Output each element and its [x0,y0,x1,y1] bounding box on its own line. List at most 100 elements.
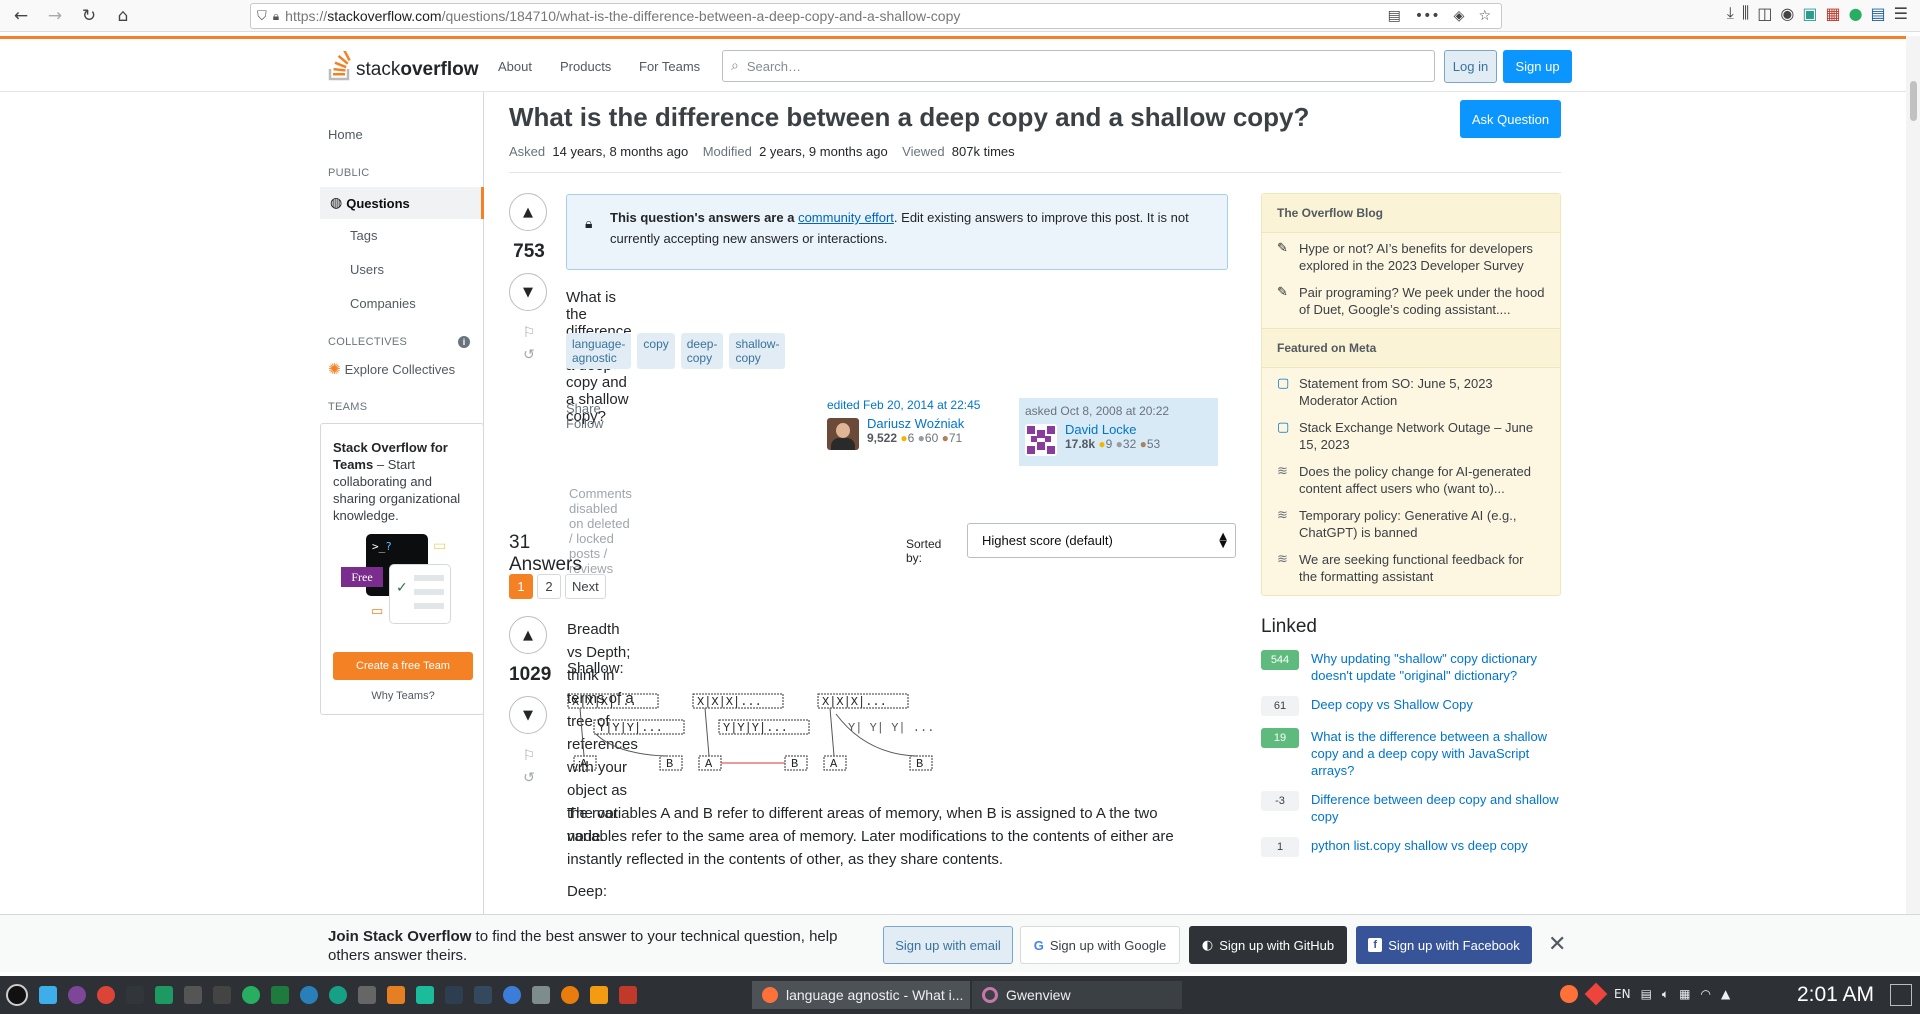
shield-icon[interactable]: ⛉ [257,9,267,24]
library-icon[interactable]: ⫼ [1742,3,1749,23]
signup-google-button[interactable]: G Sign up with Google [1020,926,1180,964]
linked-item[interactable]: 544 Why updating "shallow" copy dictionar… [1261,650,1561,684]
downvote-button[interactable]: ▼ [509,273,547,311]
headphones-icon[interactable] [532,986,550,1004]
sort-select[interactable]: Highest score (default) ▲ ▼ [967,523,1236,558]
blog-item[interactable]: ✎ Hype or not? AI’s benefits for develope… [1262,233,1560,277]
tool-icon[interactable] [358,986,376,1004]
question-title[interactable]: What is the difference between a deep co… [509,102,1309,133]
nav-explore-collectives[interactable]: ✺ Explore Collectives [328,360,455,378]
bookmark-icon[interactable]: ⚐ [509,325,549,341]
vlc-icon[interactable] [590,986,608,1004]
linked-link[interactable]: python list.copy shallow vs deep copy [1311,837,1528,857]
meta-item[interactable]: ≋ Does the policy change for AI-generated… [1262,456,1560,500]
pocket-icon[interactable]: ◈ [1454,8,1465,24]
upvote-button[interactable]: ▲ [509,193,547,231]
page-2[interactable]: 2 [537,574,561,599]
more-actions-icon[interactable]: ••• [1415,8,1440,24]
nav-companies[interactable]: Companies [350,296,416,311]
follow-link[interactable]: Follow [566,416,604,431]
pdf-app-icon[interactable] [619,986,637,1004]
nav-for-teams[interactable]: For Teams [639,59,700,74]
answer-upvote-button[interactable]: ▲ [509,616,547,654]
anydesk-icon[interactable] [1584,982,1608,1006]
linked-link[interactable]: Why updating "shallow" copy dictionary d… [1311,650,1561,684]
keyboard-layout[interactable]: EN [1614,987,1631,1001]
tag[interactable]: shallow-copy [729,333,786,369]
app-icon[interactable] [416,986,434,1004]
task-gwenview[interactable]: Gwenview [972,981,1182,1009]
signup-email-button[interactable]: Sign up with email [883,926,1013,964]
blog-item[interactable]: ✎ Pair programing? We peek under the hood… [1262,277,1560,328]
signup-github-button[interactable]: ◐ Sign up with GitHub [1189,926,1347,964]
home-icon[interactable]: ⌂ [110,3,136,29]
asker-name[interactable]: David Locke [1065,422,1212,437]
url-bar[interactable]: ⛉ 🔒︎ https://stackoverflow.com/questions… [250,3,1502,29]
info-icon[interactable]: i [458,336,470,348]
meta-item[interactable]: ≋ Temporary policy: Generative AI (e.g., … [1262,500,1560,544]
history-icon[interactable]: ↺ [509,347,549,363]
account-icon[interactable]: ◉ [1780,4,1794,23]
linked-item[interactable]: 61 Deep copy vs Shallow Copy [1261,696,1561,716]
monitor-icon[interactable] [184,986,202,1004]
bookmark-star-icon[interactable]: ☆ [1478,8,1491,24]
nav-tags[interactable]: Tags [350,228,377,243]
back-icon[interactable]: ← [8,3,34,29]
linked-link[interactable]: Difference between deep copy and shallow… [1311,791,1561,825]
flag-icon[interactable]: ▦ [1679,987,1690,1001]
scrollbar-thumb[interactable] [1910,81,1917,121]
tag[interactable]: deep-copy [680,333,724,369]
search-input[interactable]: ⌕ Search… [722,50,1435,82]
tag[interactable]: language-agnostic [566,333,632,369]
page-scrollbar[interactable] [1906,36,1920,914]
meta-item[interactable]: ≋ We are seeking functional feedback for … [1262,544,1560,595]
lock-icon[interactable]: 🔒︎ [273,9,279,24]
blender-icon[interactable] [561,986,579,1004]
chat-app-icon[interactable] [503,986,521,1004]
page-next[interactable]: Next [565,574,606,599]
network-app-icon[interactable] [329,986,347,1004]
menu-icon[interactable]: ☰ [1894,4,1908,23]
app-launcher-icon[interactable] [6,984,28,1006]
terminal-icon[interactable] [126,986,144,1004]
globe-app-icon[interactable] [300,986,318,1004]
answer-bookmark-icon[interactable]: ⚐ [509,748,549,764]
editor-name[interactable]: Dariusz Woźniak [867,416,982,431]
nav-products[interactable]: Products [560,59,611,74]
tray-expand-icon[interactable]: ▲ [1721,987,1730,1001]
linked-item[interactable]: -3 Difference between deep copy and shall… [1261,791,1561,825]
volume-icon[interactable]: 🔈︎ [1662,987,1669,1002]
sidebar-icon[interactable]: ◫ [1757,4,1772,23]
editor-icon[interactable] [213,986,231,1004]
stackoverflow-logo[interactable]: stack overflow [328,51,478,81]
tag[interactable]: copy [637,333,675,369]
dev-icon[interactable] [474,986,492,1004]
extension-green-circle-icon[interactable]: ● [1849,4,1863,23]
asker-avatar[interactable] [1025,424,1057,456]
answer-downvote-button[interactable]: ▼ [509,696,547,734]
nav-about[interactable]: About [498,59,532,74]
task-firefox[interactable]: language agnostic - What i... [752,981,970,1009]
clipboard-icon[interactable]: ▤ [1641,987,1652,1001]
wifi-icon[interactable]: ◠ [1700,987,1710,1001]
meta-item[interactable]: ▢ Stack Exchange Network Outage – June 15… [1262,412,1560,456]
url-text[interactable]: https://stackoverflow.com/questions/1847… [285,8,960,24]
forward-icon[interactable]: → [42,3,68,29]
spreadsheet-icon[interactable] [271,986,289,1004]
image-viewer-icon[interactable] [155,986,173,1004]
show-desktop-icon[interactable] [1890,984,1912,1006]
close-banner-icon[interactable]: ✕ [1548,932,1566,957]
clock[interactable]: 2:01 AM [1797,983,1874,1007]
page-1[interactable]: 1 [509,574,533,599]
reload-icon[interactable]: ↻ [76,3,102,29]
community-effort-link[interactable]: community effort [798,210,894,225]
ide-icon[interactable] [445,986,463,1004]
archive-icon[interactable] [387,986,405,1004]
nav-users[interactable]: Users [350,262,384,277]
why-teams-link[interactable]: Why Teams? [321,690,485,702]
meta-item[interactable]: ▢ Statement from SO: June 5, 2023 Moderat… [1262,368,1560,412]
firefox-tray-icon[interactable] [1560,985,1578,1003]
share-link[interactable]: Share [566,401,601,416]
create-team-button[interactable]: Create a free Team [333,652,473,680]
edited-link[interactable]: edited Feb 20, 2014 at 22:45 [827,398,982,412]
